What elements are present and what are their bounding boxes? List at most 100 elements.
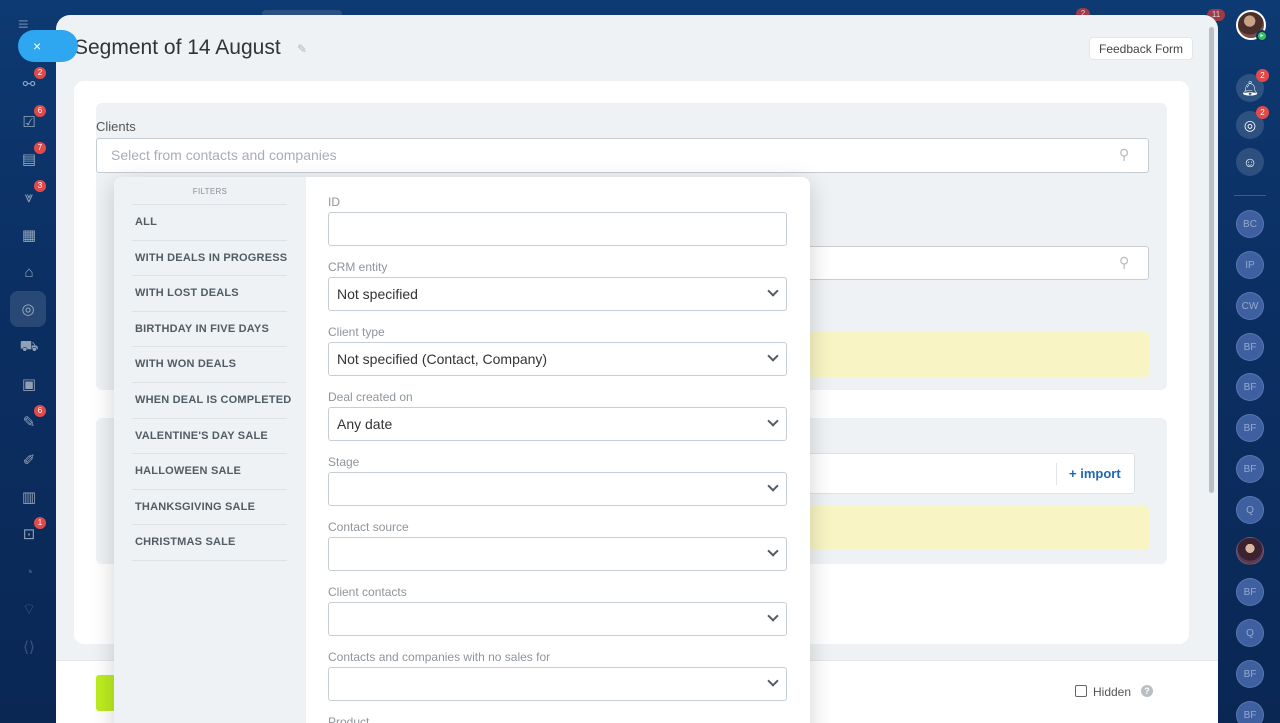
store-icon[interactable]: ⌂ <box>16 259 42 285</box>
chevron-down-icon <box>767 545 779 557</box>
contact-avatar[interactable]: BF <box>1236 578 1264 606</box>
filter-presets-list: FILTERS ALL WITH DEALS IN PROGRESS WITH … <box>114 177 306 723</box>
client-contacts-select[interactable] <box>328 602 787 636</box>
field-label-stage: Stage <box>328 455 360 469</box>
field-label-contact-source: Contact source <box>328 520 409 534</box>
left-rail: ≡ × ⚯ 2 ☑ 6 ▤ 7 ⩔ 3 ▦ ⌂ ◎ ⛟ ▣ ✎ 6 ✐ ▥ ⊡ 1 ◔ ⌔ … <box>0 0 78 723</box>
page-title: Segment of 14 August <box>74 36 281 59</box>
close-icon: × <box>33 38 42 54</box>
inventory-icon[interactable]: ▣ <box>16 371 42 397</box>
rail-badge: 6 <box>34 405 46 417</box>
field-label-no-sales-for: Contacts and companies with no sales for <box>328 650 551 664</box>
online-status-icon: ▸ <box>1256 30 1268 42</box>
calendar-icon[interactable]: ▦ <box>16 222 42 248</box>
import-link[interactable]: + import <box>1069 466 1121 481</box>
field-label-client-contacts: Client contacts <box>328 585 407 599</box>
help-icon[interactable]: ? <box>1141 685 1153 697</box>
field-label-client-type: Client type <box>328 325 385 339</box>
clients-label: Clients <box>96 119 136 134</box>
target-badge: 2 <box>1256 106 1269 119</box>
field-label-id: ID <box>328 195 340 209</box>
rail-badge: 3 <box>34 180 46 192</box>
crm-entity-value: Not specified <box>337 286 418 302</box>
contact-avatar[interactable]: BF <box>1236 373 1264 401</box>
segment-slider: Segment of 14 August ✎ Feedback Form Cli… <box>56 15 1218 723</box>
deal-created-on-value: Any date <box>337 416 393 432</box>
hidden-checkbox[interactable] <box>1075 685 1087 697</box>
chevron-down-icon <box>767 610 779 622</box>
user-avatar[interactable]: ▸ <box>1236 10 1268 42</box>
filter-preset-item[interactable]: HALLOWEEN SALE <box>132 454 287 490</box>
chat-icon[interactable]: ☺ <box>1236 148 1264 176</box>
signal-icon[interactable]: ⌔ <box>16 596 42 622</box>
documents-icon[interactable]: ✎ 6 <box>16 405 46 435</box>
chevron-down-icon <box>767 480 779 492</box>
contact-avatar[interactable]: BC <box>1236 210 1264 238</box>
id-input[interactable] <box>328 212 787 246</box>
rail-badge: 6 <box>34 105 46 117</box>
filter-popup: FILTERS ALL WITH DEALS IN PROGRESS WITH … <box>114 177 810 723</box>
warning-notice <box>796 506 1149 550</box>
funnel-icon[interactable]: ⩔ 3 <box>16 180 46 210</box>
filter-preset-item[interactable]: BIRTHDAY IN FIVE DAYS <box>132 312 287 348</box>
notification-badge: 2 <box>1256 69 1269 82</box>
analytics-icon[interactable]: ▥ <box>16 484 42 510</box>
tasks-icon[interactable]: ☑ 6 <box>16 105 46 135</box>
contact-avatar[interactable]: BF <box>1236 660 1264 688</box>
filter-preset-item[interactable]: VALENTINE'S DAY SALE <box>132 419 287 455</box>
rail-badge: 2 <box>34 67 46 79</box>
stage-select[interactable] <box>328 472 787 506</box>
marketing-target-icon[interactable]: ◎ <box>10 291 46 327</box>
contact-avatar[interactable]: Q <box>1236 619 1264 647</box>
inbox-icon[interactable]: ⊡ 1 <box>16 517 46 547</box>
contact-avatar-photo[interactable] <box>1236 537 1264 565</box>
contact-avatar[interactable]: BF <box>1236 333 1264 361</box>
filter-preset-item[interactable]: WITH LOST DEALS <box>132 276 287 312</box>
code-icon[interactable]: ⟨⟩ <box>16 634 42 660</box>
sites-icon[interactable]: ◔ <box>16 559 42 585</box>
hidden-label: Hidden <box>1093 685 1132 699</box>
contact-avatar[interactable]: Q <box>1236 496 1264 524</box>
contact-avatar[interactable]: CW <box>1236 292 1264 320</box>
deal-created-on-select[interactable]: Any date <box>328 407 787 441</box>
filter-preset-item[interactable]: WITH WON DEALS <box>132 347 287 383</box>
edit-pencil-icon[interactable]: ✎ <box>297 42 307 56</box>
contact-avatar[interactable]: BF <box>1236 455 1264 483</box>
clients-search-input[interactable]: Select from contacts and companies <box>96 138 1149 173</box>
field-label-deal-created-on: Deal created on <box>328 390 413 404</box>
crm-entity-select[interactable]: Not specified <box>328 277 787 311</box>
target-icon[interactable]: ◎ 2 <box>1236 106 1269 139</box>
filter-preset-item[interactable]: THANKSGIVING SALE <box>132 490 287 526</box>
workflow-icon[interactable]: ⚯ 2 <box>16 67 46 97</box>
filter-preset-item[interactable]: CHRISTMAS SALE <box>132 525 287 561</box>
sign-icon[interactable]: ✐ <box>16 447 42 473</box>
rail-badge: 1 <box>34 517 46 529</box>
filter-preset-item[interactable]: WHEN DEAL IS COMPLETED <box>132 383 291 419</box>
contact-avatar[interactable]: IP <box>1236 251 1264 279</box>
cart-icon[interactable]: ⛟ <box>16 334 42 360</box>
client-type-select[interactable]: Not specified (Contact, Company) <box>328 342 787 376</box>
feedback-form-button[interactable]: Feedback Form <box>1089 37 1194 60</box>
right-rail: ▸ 🔔︎ 2 ◎ 2 ☺ BC IP CW BF BF BF BF Q BF Q B… <box>1222 0 1280 723</box>
contact-avatar[interactable]: BF <box>1236 701 1264 723</box>
no-sales-for-select[interactable] <box>328 667 787 701</box>
filters-heading: FILTERS <box>192 187 228 196</box>
crm-icon[interactable]: ▤ 7 <box>16 142 46 172</box>
filter-preset-item[interactable]: WITH DEALS IN PROGRESS <box>132 241 287 277</box>
scrollbar[interactable] <box>1209 27 1214 493</box>
contact-source-select[interactable] <box>328 537 787 571</box>
chevron-down-icon <box>767 415 779 427</box>
divider <box>1234 195 1266 196</box>
warning-notice <box>796 332 1149 377</box>
bell-icon[interactable]: 🔔︎ 2 <box>1236 69 1269 102</box>
field-label-crm-entity: CRM entity <box>328 260 388 274</box>
chevron-down-icon <box>767 675 779 687</box>
filter-preset-item[interactable]: ALL <box>132 205 287 241</box>
field-label-product: Product <box>328 715 370 723</box>
secondary-search-input[interactable] <box>796 246 1149 280</box>
contact-avatar[interactable]: BF <box>1236 414 1264 442</box>
close-slider-button[interactable]: × <box>18 30 78 62</box>
import-box: + import <box>796 453 1135 494</box>
client-type-value: Not specified (Contact, Company) <box>337 351 548 367</box>
search-icon: ⚲ <box>1119 146 1130 162</box>
